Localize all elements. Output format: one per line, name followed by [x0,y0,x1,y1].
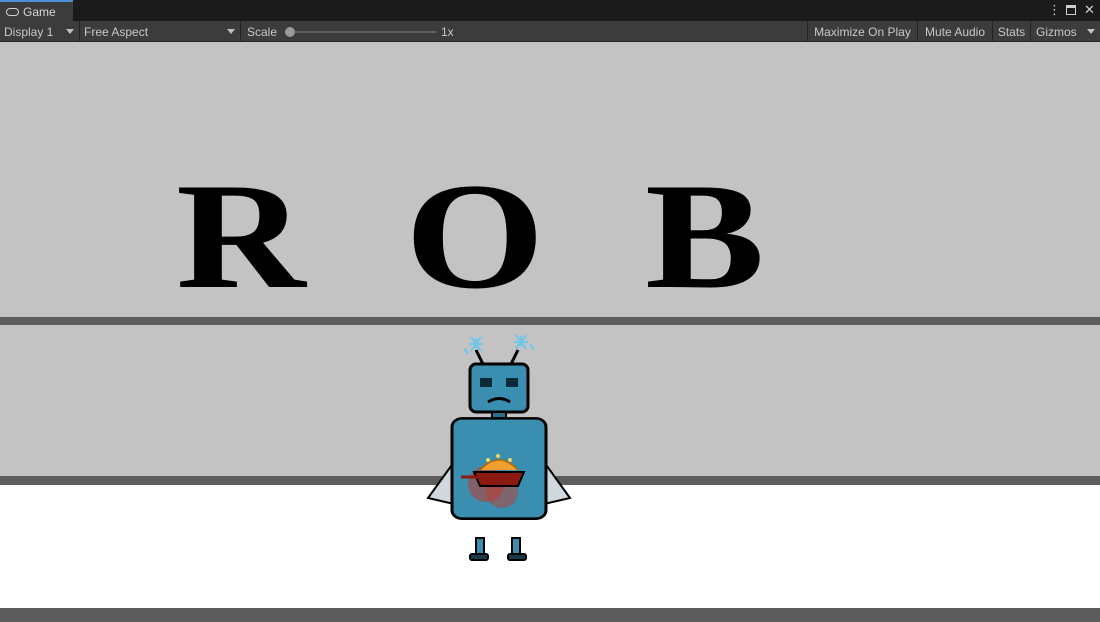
spark-left-icon [463,336,483,355]
letter-o: O [405,152,545,320]
more-options-icon[interactable]: ⋮ [1048,2,1061,18]
bottom-band [0,608,1100,622]
robot-head [468,362,530,414]
gizmos-label: Gizmos [1036,24,1077,39]
robot-foot-left [469,553,489,561]
maximize-on-play-label: Maximize On Play [814,24,911,39]
scale-slider-track[interactable] [290,31,436,33]
mute-audio-label: Mute Audio [924,24,986,39]
scale-label: Scale [247,24,278,39]
gamepad-icon [6,7,19,16]
game-viewport[interactable]: R O B [0,42,1100,622]
display-dropdown-label: Display 1 [4,24,54,39]
maximize-on-play-button[interactable]: Maximize On Play [807,21,917,42]
display-dropdown[interactable]: Display 1 [0,21,80,42]
game-tab[interactable]: Game [0,0,73,21]
window-buttons: ⋮ ✕ [1048,2,1095,18]
window-tab-bar: Game ⋮ ✕ [0,0,1100,21]
robot-foot-right [507,553,527,561]
upper-divider-band [0,317,1100,325]
letter-r: R [176,152,306,320]
mute-audio-button[interactable]: Mute Audio [917,21,992,42]
scale-slider-handle[interactable] [285,27,295,37]
spark-right-icon [514,334,535,351]
gizmos-button[interactable]: Gizmos [1030,21,1100,42]
aspect-dropdown[interactable]: Free Aspect [80,21,241,42]
letter-b: B [645,152,765,320]
game-tab-label: Game [23,4,56,19]
stats-label: Stats [997,24,1026,39]
robot-arm-left [426,458,455,506]
maximize-icon[interactable] [1066,5,1076,15]
game-toolbar: Display 1 Free Aspect Scale 1x Maximize … [0,21,1100,42]
aspect-dropdown-label: Free Aspect [84,24,149,39]
chevron-down-icon [227,29,235,34]
scale-value: 1x [441,24,454,39]
close-icon[interactable]: ✕ [1084,2,1095,18]
robot-character[interactable] [426,332,572,562]
robot-eye-left [480,378,492,387]
chevron-down-icon [66,29,74,34]
robot-eye-right [506,378,518,387]
chevron-down-icon[interactable] [1087,29,1095,34]
robot-arm-right [543,458,572,506]
stats-button[interactable]: Stats [992,21,1030,42]
